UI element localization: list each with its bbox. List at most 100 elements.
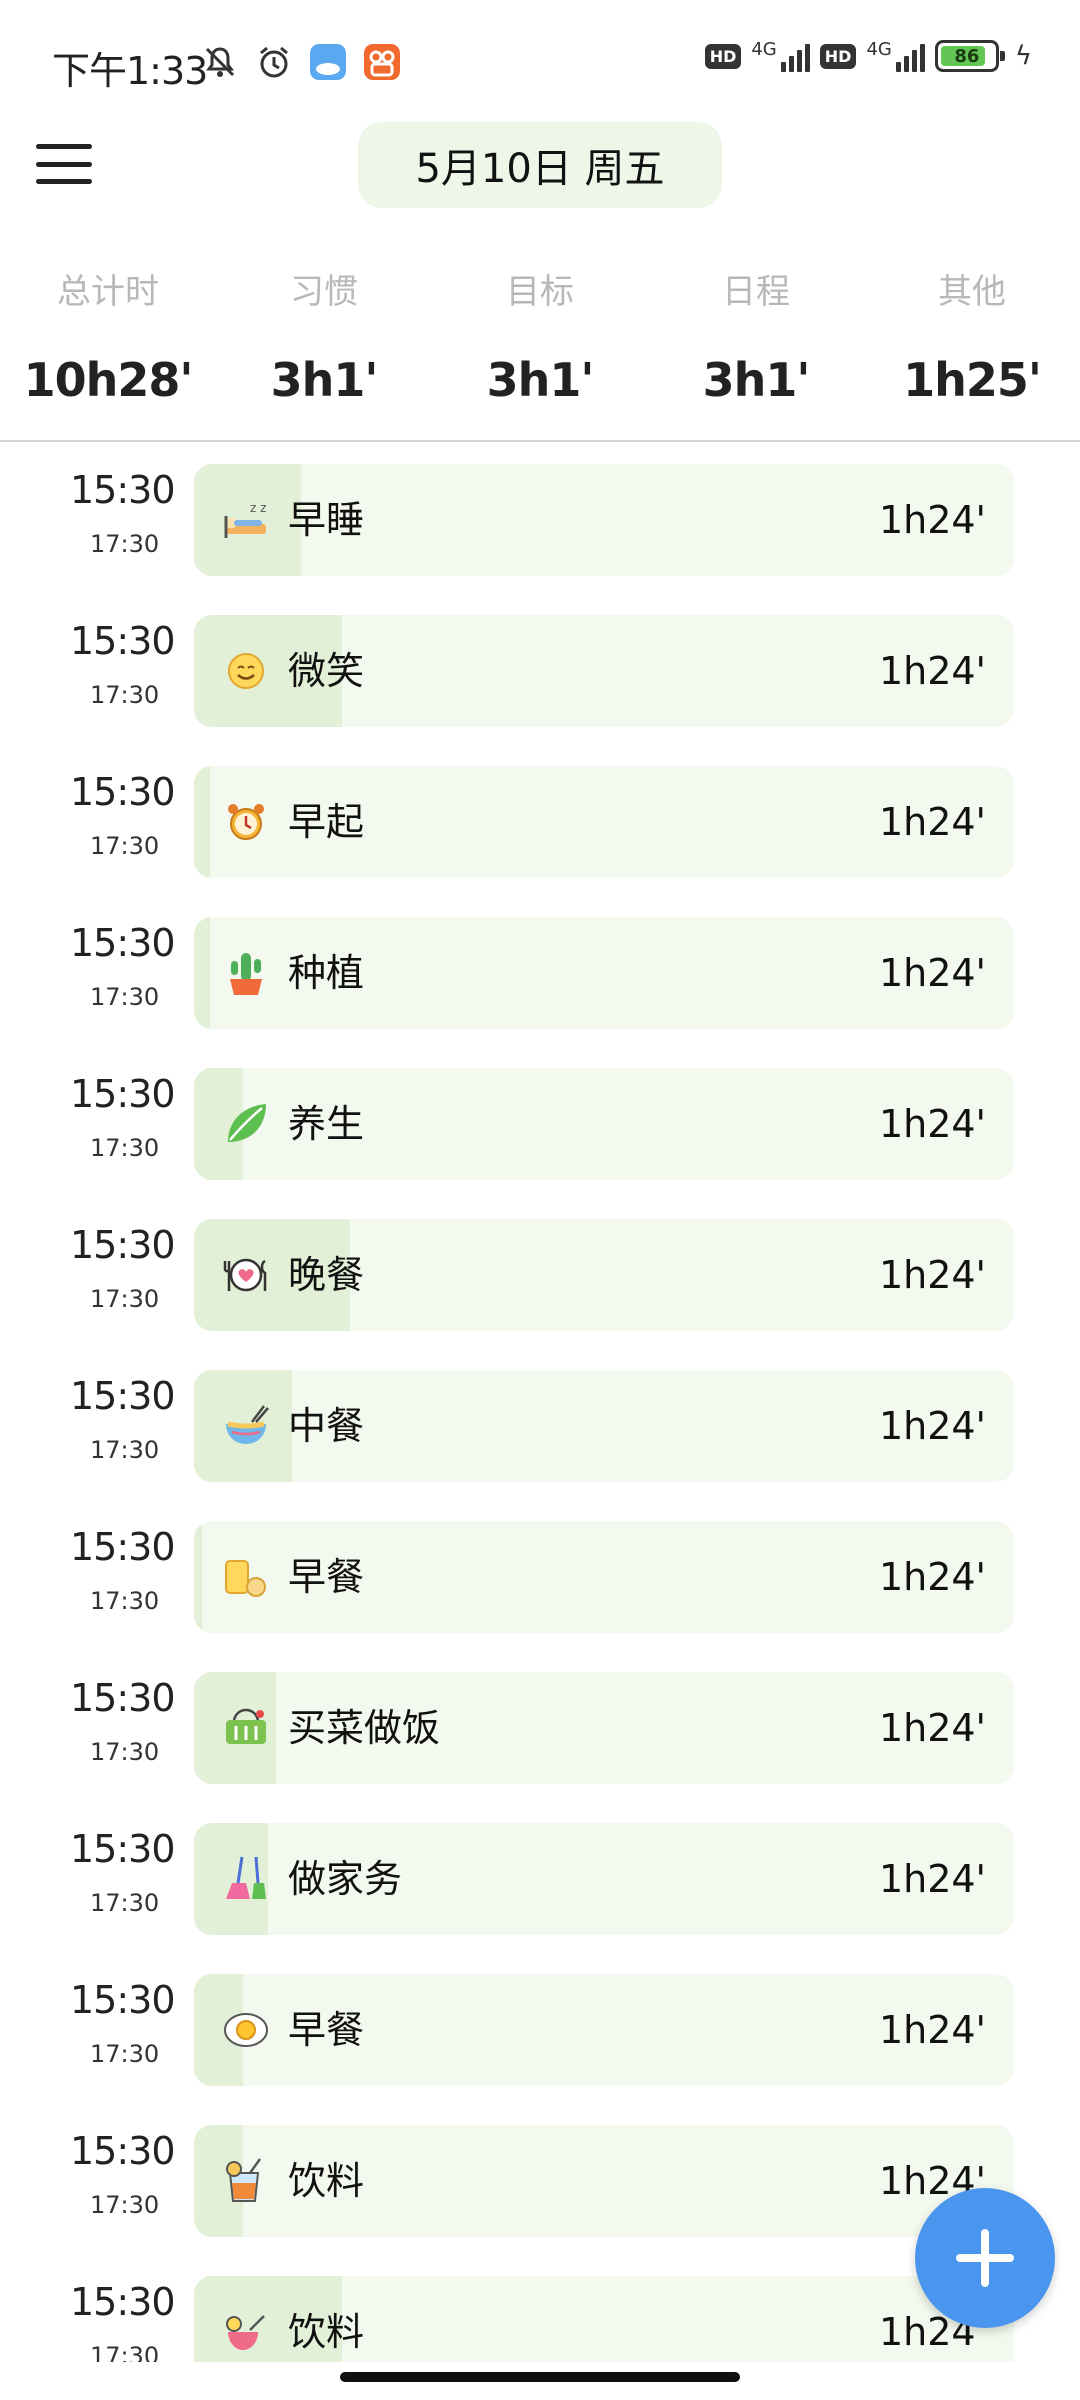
status-bar: 下午1:33 HD 4G HD 4G 86 ϟ: [0, 0, 1080, 120]
time-entry-row[interactable]: 15:30 17:30 早餐 1h24': [0, 1972, 1080, 2123]
entry-start-time: 15:30: [70, 921, 176, 965]
entry-label: 中餐: [288, 1404, 365, 1448]
entry-card[interactable]: z z 早睡 1h24': [194, 464, 1014, 576]
status-time: 下午1:33: [52, 49, 208, 93]
entry-end-time: 17:30: [90, 530, 160, 558]
entry-progress-fill: [194, 1521, 203, 1633]
stat-label: 总计时: [57, 272, 159, 312]
entry-card[interactable]: 早餐 1h24': [194, 1974, 1014, 2086]
time-entry-row[interactable]: 15:30 17:30 中餐 1h24': [0, 1368, 1080, 1519]
entry-end-time: 17:30: [90, 1436, 160, 1464]
entry-end-time: 17:30: [90, 1587, 160, 1615]
signal-strength-icon: [895, 40, 925, 72]
stat-habits[interactable]: 习惯 3h1': [216, 258, 432, 438]
coconut-drink-icon: [220, 2306, 272, 2358]
stat-value: 1h25': [903, 353, 1042, 407]
stats-summary: 总计时 10h28' 习惯 3h1' 目标 3h1' 日程 3h1' 其他 1h…: [0, 258, 1080, 438]
entry-end-time: 17:30: [90, 832, 160, 860]
stat-label: 日程: [722, 272, 790, 312]
status-icons-left: [200, 42, 402, 82]
entry-start-time: 15:30: [70, 1072, 176, 1116]
sleep-icon: z z: [220, 494, 272, 546]
time-entry-row[interactable]: 15:30 17:30 饮料 1h24': [0, 2274, 1080, 2362]
menu-button[interactable]: [36, 140, 92, 188]
stat-value: 3h1': [270, 353, 379, 407]
time-entry-row[interactable]: 15:30 17:30 z z 早睡 1h24': [0, 462, 1080, 613]
entry-label: 饮料: [288, 2310, 365, 2354]
entry-duration: 1h24': [878, 800, 986, 844]
entry-end-time: 17:30: [90, 2191, 160, 2219]
entry-card[interactable]: 早起 1h24': [194, 766, 1014, 878]
entry-end-time: 17:30: [90, 1889, 160, 1917]
entry-label: 微笑: [288, 649, 365, 693]
entry-duration: 1h24': [878, 1253, 986, 1297]
entry-duration: 1h24': [878, 951, 986, 995]
battery-icon: 86: [934, 40, 1005, 72]
network-label-2: 4G: [866, 38, 892, 60]
entry-card[interactable]: 饮料 1h24': [194, 2276, 1014, 2362]
entry-card[interactable]: 早餐 1h24': [194, 1521, 1014, 1633]
time-entry-row[interactable]: 15:30 17:30 晚餐 1h24': [0, 1217, 1080, 1368]
entry-card[interactable]: 买菜做饭 1h24': [194, 1672, 1014, 1784]
entry-card[interactable]: 养生 1h24': [194, 1068, 1014, 1180]
entry-label: 饮料: [288, 2159, 365, 2203]
date-label: 5月10日 周五: [415, 146, 665, 192]
svg-text:z z: z z: [250, 501, 266, 515]
time-entry-row[interactable]: 15:30 17:30 种植 1h24': [0, 915, 1080, 1066]
battery-level: 86: [954, 45, 980, 67]
weather-icon: [308, 42, 348, 82]
menu-bar: [36, 144, 92, 149]
entry-start-time: 15:30: [70, 1676, 176, 1720]
stat-value: 10h28': [23, 353, 194, 407]
entry-card[interactable]: 做家务 1h24': [194, 1823, 1014, 1935]
time-entry-row[interactable]: 15:30 17:30 早餐 1h24': [0, 1519, 1080, 1670]
menu-bar: [36, 179, 92, 184]
noodle-bowl-icon: [220, 1400, 272, 1452]
fried-egg-icon: [220, 2004, 272, 2056]
entry-card[interactable]: 饮料 1h24': [194, 2125, 1014, 2237]
stat-label: 习惯: [290, 272, 358, 312]
stat-label: 目标: [506, 272, 574, 312]
entry-card[interactable]: 中餐 1h24': [194, 1370, 1014, 1482]
entry-card[interactable]: 晚餐 1h24': [194, 1219, 1014, 1331]
entry-label: 做家务: [288, 1857, 403, 1901]
time-entry-row[interactable]: 15:30 17:30 微笑 1h24': [0, 613, 1080, 764]
basket-icon: [220, 1702, 272, 1754]
entry-label: 早餐: [288, 2008, 365, 2052]
app-notification-icon: [362, 42, 402, 82]
time-entry-row[interactable]: 15:30 17:30 早起 1h24': [0, 764, 1080, 915]
bell-off-icon: [200, 42, 240, 82]
entry-start-time: 15:30: [70, 770, 176, 814]
cactus-icon: [220, 947, 272, 999]
entry-card[interactable]: 种植 1h24': [194, 917, 1014, 1029]
time-entry-row[interactable]: 15:30 17:30 买菜做饭 1h24': [0, 1670, 1080, 1821]
entry-start-time: 15:30: [70, 1978, 176, 2022]
stat-total[interactable]: 总计时 10h28': [0, 258, 216, 438]
entry-start-time: 15:30: [70, 1223, 176, 1267]
stat-schedule[interactable]: 日程 3h1': [648, 258, 864, 438]
alarm-clock-icon: [220, 796, 272, 848]
time-entry-row[interactable]: 15:30 17:30 做家务 1h24': [0, 1821, 1080, 1972]
stat-goals[interactable]: 目标 3h1': [432, 258, 648, 438]
entry-label: 晚餐: [288, 1253, 365, 1297]
entry-card[interactable]: 微笑 1h24': [194, 615, 1014, 727]
add-entry-button[interactable]: [915, 2188, 1055, 2328]
plus-icon: [981, 2229, 989, 2287]
bread-icon: [220, 1551, 272, 1603]
gesture-bar[interactable]: [340, 2372, 740, 2382]
date-selector[interactable]: 5月10日 周五: [358, 122, 722, 208]
entry-duration: 1h24': [878, 649, 986, 693]
entry-duration: 1h24': [878, 2008, 986, 2052]
entry-start-time: 15:30: [70, 619, 176, 663]
hd-badge-2: HD: [819, 43, 857, 69]
time-entry-list[interactable]: 15:30 17:30 z z 早睡 1h24' 15:30 17:30 微笑 1h24' 15:…: [0, 462, 1080, 2362]
entry-progress-fill: [194, 766, 211, 878]
stat-other[interactable]: 其他 1h25': [864, 258, 1080, 438]
entry-end-time: 17:30: [90, 1738, 160, 1766]
entry-label: 早睡: [288, 498, 365, 542]
hd-badge-1: HD: [704, 43, 742, 69]
entry-start-time: 15:30: [70, 468, 176, 512]
entry-end-time: 17:30: [90, 2040, 160, 2068]
entry-end-time: 17:30: [90, 1134, 160, 1162]
time-entry-row[interactable]: 15:30 17:30 养生 1h24': [0, 1066, 1080, 1217]
